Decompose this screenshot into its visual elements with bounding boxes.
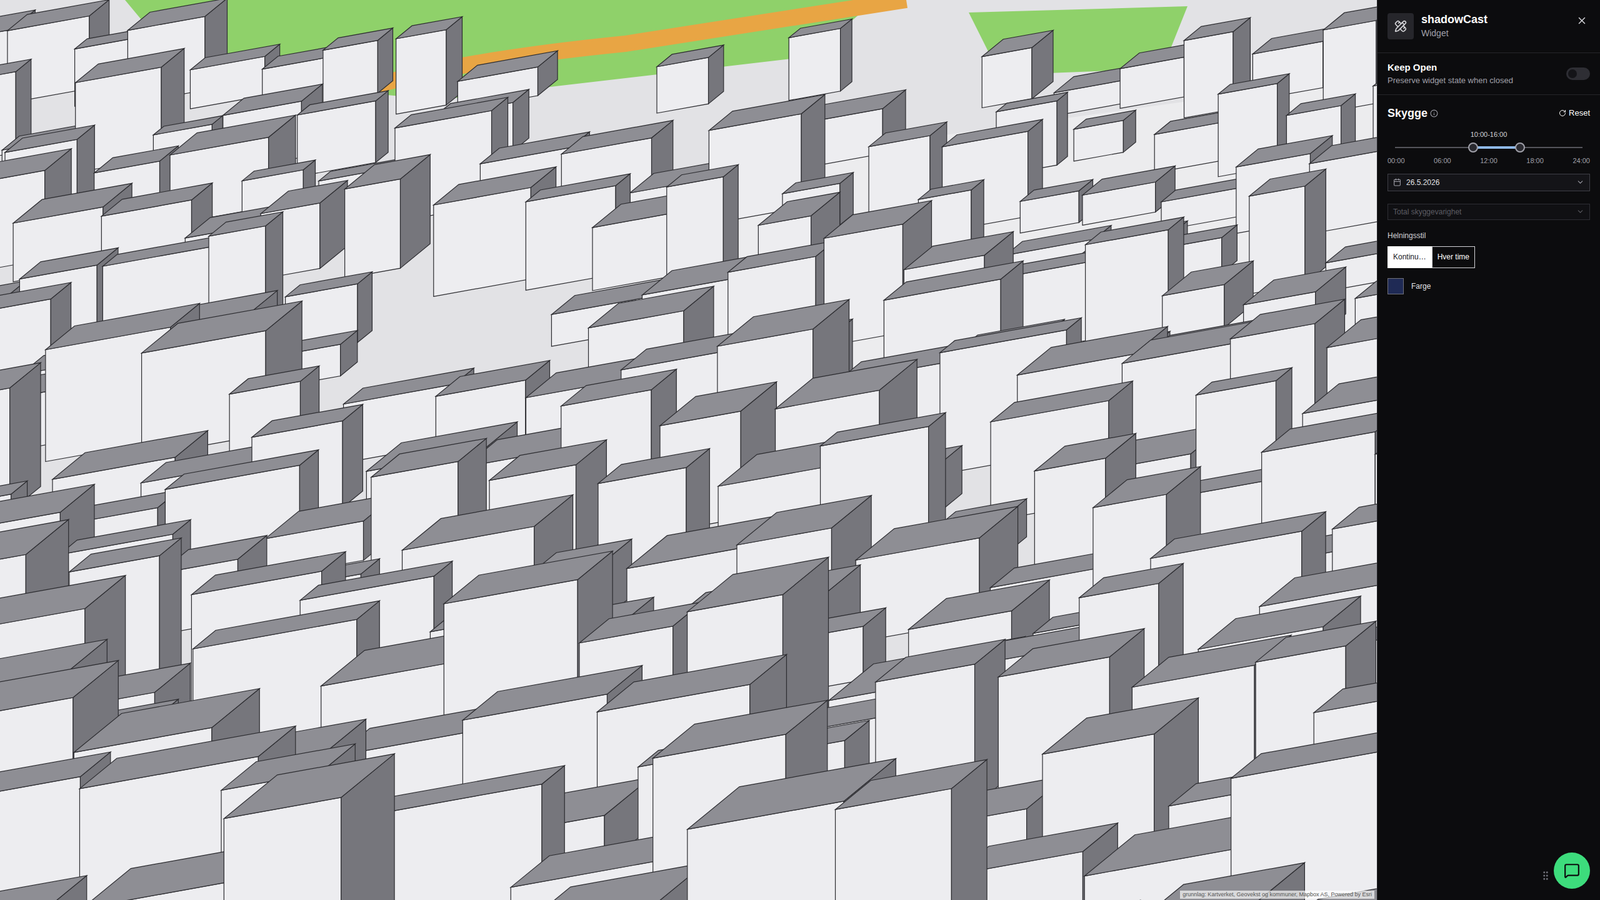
calendar-icon xyxy=(1393,178,1402,187)
reset-icon xyxy=(1558,109,1567,117)
map-attribution: grunnlag: Kartverket, Geovekst og kommun… xyxy=(1180,890,1375,900)
widget-header: shadowCastWidget xyxy=(1377,0,1600,54)
building xyxy=(223,753,395,900)
building xyxy=(1020,179,1093,234)
close-button[interactable] xyxy=(1573,12,1590,29)
building xyxy=(1073,110,1136,162)
widget-panel: shadowCastWidgetKeep OpenPreserve widget… xyxy=(1376,0,1600,900)
tools-icon xyxy=(1394,20,1407,33)
chevron-down-icon xyxy=(1576,178,1585,187)
date-select[interactable]: 26.5.2026 xyxy=(1387,173,1590,192)
slope-style-label: Helningsstil xyxy=(1387,230,1590,242)
info-icon[interactable] xyxy=(1430,109,1439,118)
building xyxy=(345,154,431,279)
time-tick: 00:00 xyxy=(1387,155,1405,167)
map-view[interactable]: grunnlag: Kartverket, Geovekst og kommun… xyxy=(0,0,1377,900)
building xyxy=(523,862,707,900)
chat-icon xyxy=(1563,862,1580,879)
time-slider-start-handle[interactable] xyxy=(1468,142,1479,153)
time-tick: 24:00 xyxy=(1572,155,1590,167)
building xyxy=(396,16,463,115)
widget-icon-box xyxy=(1387,13,1414,40)
time-tick: 12:00 xyxy=(1480,155,1498,167)
time-range-label: 10:00-16:00 xyxy=(1387,129,1590,140)
color-swatch[interactable] xyxy=(1387,278,1404,295)
widget-title: shadowCast xyxy=(1421,12,1567,27)
close-icon xyxy=(1576,15,1588,27)
keep-open-row: Keep OpenPreserve widget state when clos… xyxy=(1377,53,1600,95)
time-slider-fill xyxy=(1473,146,1520,149)
shadow-title: Skygge xyxy=(1387,105,1428,122)
reset-button[interactable]: Reset xyxy=(1558,106,1590,120)
chevron-down-icon xyxy=(1576,207,1585,216)
keep-open-description: Preserve widget state when closed xyxy=(1387,74,1559,87)
widget-subtitle: Widget xyxy=(1421,26,1567,40)
grip-icon xyxy=(1540,870,1552,882)
time-ticks: 00:00 06:00 12:00 18:00 24:00 xyxy=(1387,155,1590,167)
slope-style-option[interactable]: Kontinu… xyxy=(1387,246,1432,269)
time-tick: 06:00 xyxy=(1433,155,1452,167)
color-row[interactable]: Farge xyxy=(1387,278,1590,295)
time-slider[interactable] xyxy=(1395,141,1583,154)
building xyxy=(788,18,852,100)
building xyxy=(981,30,1054,108)
drag-handle[interactable] xyxy=(1540,870,1552,882)
building xyxy=(0,875,87,900)
building xyxy=(656,45,724,114)
color-label: Farge xyxy=(1411,280,1431,292)
chat-button[interactable] xyxy=(1553,852,1590,889)
slope-style-options: Kontinu…Hver time xyxy=(1387,246,1590,269)
shadow-section: Skygge Reset 10:00-16:00 00:00 06:00 12:00 18:… xyxy=(1377,95,1600,295)
map-canvas[interactable] xyxy=(0,0,1377,900)
time-tick: 18:00 xyxy=(1526,155,1544,167)
keep-open-label: Keep Open xyxy=(1387,60,1559,75)
app: grunnlag: Kartverket, Geovekst og kommun… xyxy=(0,0,1600,900)
duration-select: Total skyggevarighet xyxy=(1387,203,1590,220)
slope-style-option[interactable]: Hver time xyxy=(1431,246,1475,269)
building xyxy=(835,759,988,900)
time-slider-end-handle[interactable] xyxy=(1515,142,1525,153)
keep-open-toggle[interactable] xyxy=(1566,67,1590,80)
